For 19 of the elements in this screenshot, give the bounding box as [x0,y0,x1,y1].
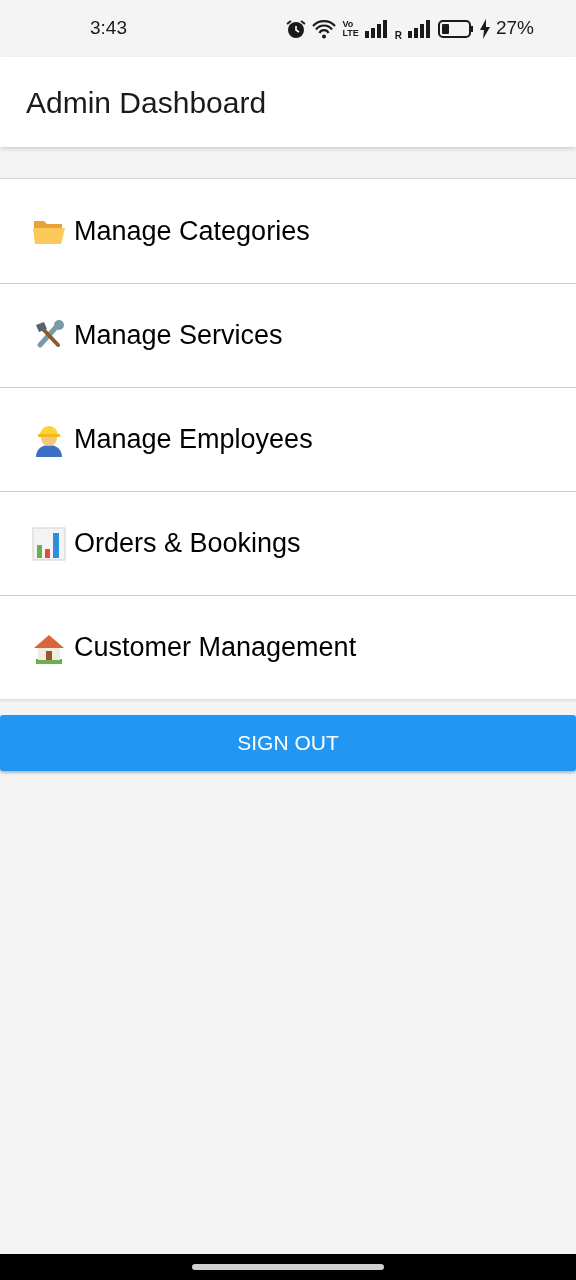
menu-item[interactable]: Orders & Bookings [0,491,576,595]
menu-item[interactable]: Manage Categories [0,179,576,283]
battery-percent: 27% [495,16,534,41]
volte-label: Vo [342,19,355,29]
menu-item[interactable]: Manage Services [0,283,576,387]
volte-label: LTE [342,28,359,38]
roaming-label: R [394,28,402,43]
status-time: 3:43 [90,16,127,41]
wifi-icon [312,18,337,39]
home-indicator[interactable] [192,1264,384,1270]
menu-item[interactable]: Manage Employees [0,387,576,491]
alarm-icon [286,18,307,39]
battery-icon [437,19,474,38]
app-bar-title: Admin Dashboard [26,84,267,121]
signal-icon [407,19,432,38]
charging-icon [479,18,490,39]
menu-item[interactable]: Customer Management [0,595,576,699]
bar-chart-icon [32,526,66,561]
signal-icon [364,19,389,38]
